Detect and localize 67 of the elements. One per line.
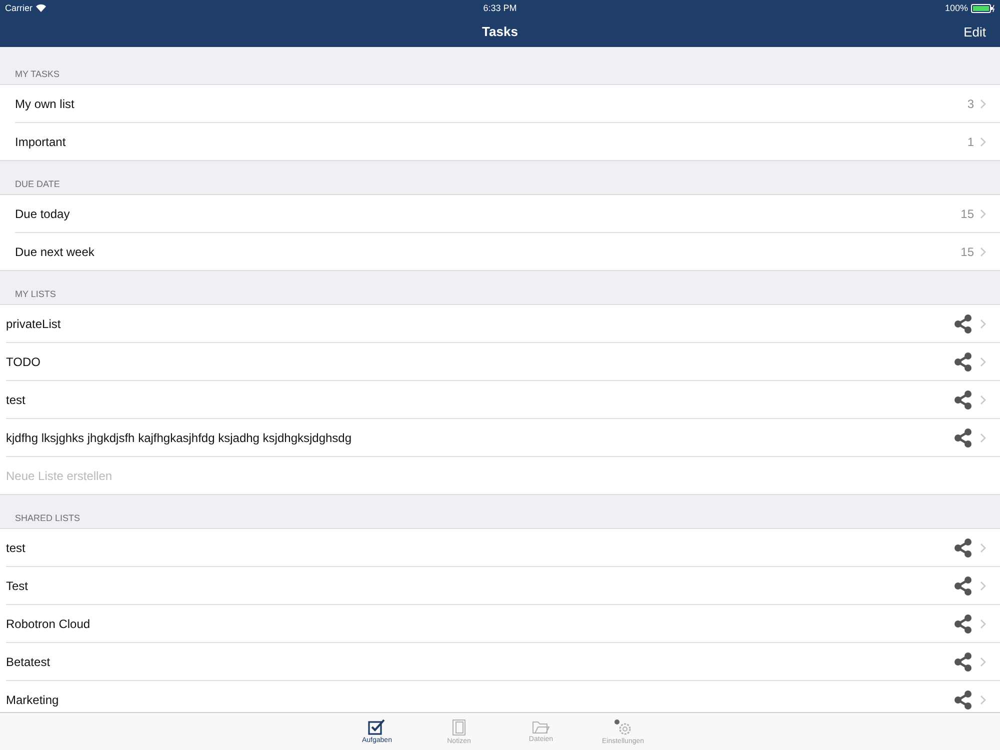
chevron-icon xyxy=(980,357,986,367)
list-row[interactable]: Test xyxy=(0,567,1000,605)
list-row[interactable]: kjdfhg lksjghks jhgkdjsfh kajfhgkasjhfdg ksjadhg ksjdhgksjdghsdg xyxy=(0,419,1000,457)
section-header: MY LISTS xyxy=(15,289,56,299)
row-label: test xyxy=(6,541,26,555)
gears-icon xyxy=(614,718,632,736)
list-row[interactable]: Due next week 15 xyxy=(0,233,1000,271)
row-label: Betatest xyxy=(6,655,52,669)
chevron-icon xyxy=(980,319,986,329)
list-row[interactable]: privateList xyxy=(0,305,1000,343)
carrier-label: Carrier xyxy=(5,3,33,13)
chevron-icon xyxy=(980,619,986,629)
row-label: kjdfhg lksjghks jhgkdjsfh kajfhgkasjhfdg ksjadhg ksjdhgksjdghsdg xyxy=(6,431,353,445)
share-icon[interactable] xyxy=(954,428,972,448)
row-label: Due next week xyxy=(15,244,96,258)
battery-icon xyxy=(971,4,995,12)
status-time: 6:33 PM xyxy=(483,3,517,13)
chevron-icon xyxy=(980,433,986,443)
share-icon[interactable] xyxy=(954,690,972,710)
row-label: test xyxy=(6,393,26,407)
share-icon[interactable] xyxy=(954,314,972,334)
row-label: Important xyxy=(15,134,67,148)
chevron-icon xyxy=(980,581,986,591)
share-icon[interactable] xyxy=(954,352,972,372)
list-row[interactable]: TODO xyxy=(0,343,1000,381)
share-icon[interactable] xyxy=(954,538,972,558)
new-list-field[interactable]: Neue Liste erstellen xyxy=(6,468,986,482)
row-label: My own list xyxy=(15,97,76,111)
list-row[interactable]: Robotron Cloud xyxy=(0,605,1000,643)
checkbox-icon xyxy=(368,719,386,735)
navigation-title: Tasks xyxy=(482,24,518,39)
chevron-icon xyxy=(980,543,986,553)
row-count: 15 xyxy=(960,207,974,221)
share-icon[interactable] xyxy=(954,576,972,596)
list-row[interactable]: test xyxy=(0,529,1000,567)
chevron-icon xyxy=(980,657,986,667)
row-label: Test xyxy=(6,579,30,593)
share-icon[interactable] xyxy=(954,614,972,634)
section-header: SHARED LISTS xyxy=(15,513,80,523)
edit-button[interactable]: Edit xyxy=(964,24,986,39)
wifi-icon xyxy=(36,4,46,12)
list-row[interactable]: Betatest xyxy=(0,643,1000,681)
row-count: 1 xyxy=(967,134,974,148)
row-label: TODO xyxy=(6,355,42,369)
row-label: Marketing xyxy=(6,692,60,706)
share-icon[interactable] xyxy=(954,390,972,410)
list-row[interactable]: Important 1 xyxy=(0,123,1000,161)
list-row[interactable]: Due today 15 xyxy=(0,195,1000,233)
chevron-icon xyxy=(980,209,986,219)
folder-icon xyxy=(532,720,550,734)
chevron-icon xyxy=(980,395,986,405)
chevron-icon xyxy=(980,136,986,146)
section-header: MY TASKS xyxy=(15,69,60,79)
list-row[interactable]: test xyxy=(0,381,1000,419)
notebook-icon xyxy=(452,718,466,736)
chevron-icon xyxy=(980,99,986,109)
section-header: DUE DATE xyxy=(15,179,60,189)
share-icon[interactable] xyxy=(954,652,972,672)
row-count: 15 xyxy=(960,244,974,258)
chevron-icon xyxy=(980,246,986,256)
list-row[interactable]: My own list 3 xyxy=(0,85,1000,123)
battery-percent: 100% xyxy=(944,3,968,13)
row-label: privateList xyxy=(6,317,62,331)
row-count: 3 xyxy=(967,97,974,111)
row-label: Due today xyxy=(15,207,71,221)
row-label: Robotron Cloud xyxy=(6,617,92,631)
chevron-icon xyxy=(980,694,986,704)
